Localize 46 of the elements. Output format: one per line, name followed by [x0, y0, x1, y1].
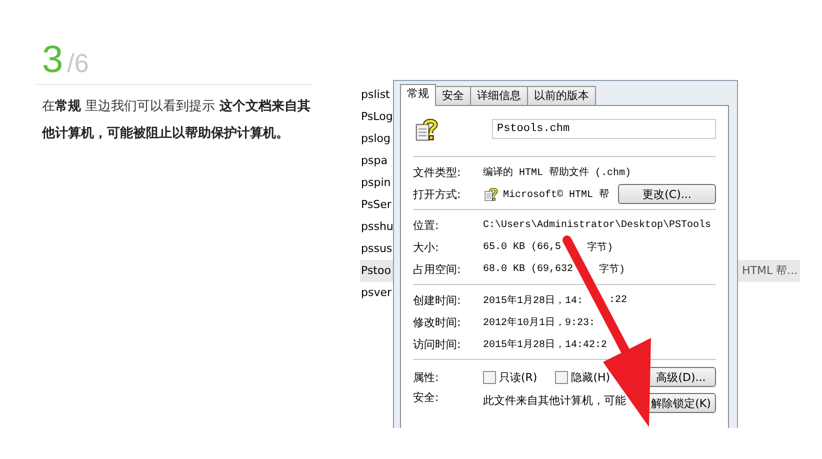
property-label: 修改时间:	[413, 314, 462, 330]
document-question-icon	[483, 186, 499, 202]
dialog-tab[interactable]: 安全	[435, 86, 471, 105]
property-value: 65.0 KB (66,5	[483, 242, 562, 252]
file-name[interactable]: PsLog	[360, 106, 393, 128]
property-label: 大小:	[413, 240, 440, 254]
dialog-tab[interactable]: 详细信息	[470, 86, 528, 105]
file-name[interactable]: psshu	[360, 216, 393, 238]
step-number: 3	[42, 40, 64, 80]
property-value: 此文件来自其他计算机，可能	[483, 393, 626, 408]
property-label: 属性:	[413, 370, 440, 384]
file-name[interactable]: pssus	[360, 238, 393, 260]
dialog-button[interactable]: 更改(C)...	[618, 184, 716, 204]
step-description: 在常规 里边我们可以看到提示 这个文档来自其他计算机，可能被阻止以帮助保护计算机。	[42, 98, 312, 143]
checkbox-label: 隐藏(H)	[571, 370, 610, 384]
property-value: 2015年1月28日，14:	[483, 294, 584, 307]
property-label: 创建时间:	[413, 292, 462, 308]
checkbox-label: 只读(R)	[499, 370, 538, 384]
property-label: 位置:	[413, 218, 440, 232]
property-label: 文件类型:	[413, 164, 462, 180]
dialog-tab[interactable]: 以前的版本	[527, 86, 596, 105]
property-value: 68.0 KB (69,632	[483, 264, 574, 274]
file-name[interactable]: pspin	[360, 172, 393, 194]
property-value: 编译的 HTML 帮助文件 (.chm)	[483, 166, 632, 179]
file-name[interactable]: Pstoo	[360, 260, 393, 282]
file-name[interactable]: pslog	[360, 128, 393, 150]
property-value: 2012年10月1日，9:23:	[483, 316, 596, 329]
checkbox[interactable]	[483, 370, 496, 384]
property-label: 占用空间:	[413, 262, 462, 276]
file-type-text: HTML 帮...	[741, 263, 799, 279]
file-name-field[interactable]: Pstools.chm	[492, 119, 716, 139]
file-name[interactable]: pslist	[360, 84, 393, 106]
property-label: 安全:	[413, 390, 440, 405]
property-value: :22	[609, 294, 628, 306]
property-label: 打开方式:	[413, 186, 462, 202]
property-value: C:\Users\Administrator\Desktop\PSTools	[483, 220, 712, 230]
checkbox[interactable]	[555, 370, 568, 384]
property-value: 字节)	[599, 262, 626, 276]
file-name[interactable]: pspa	[360, 150, 393, 172]
property-value: 2015年1月28日，14:42:2	[483, 338, 608, 351]
property-label: 访问时间:	[413, 336, 462, 352]
file-name[interactable]: PsSer	[360, 194, 393, 216]
file-name[interactable]: psver	[360, 282, 393, 304]
property-value: Microsoft© HTML 帮	[503, 188, 610, 201]
property-value: 字节)	[587, 240, 614, 254]
dialog-tab[interactable]: 常规	[400, 84, 436, 106]
